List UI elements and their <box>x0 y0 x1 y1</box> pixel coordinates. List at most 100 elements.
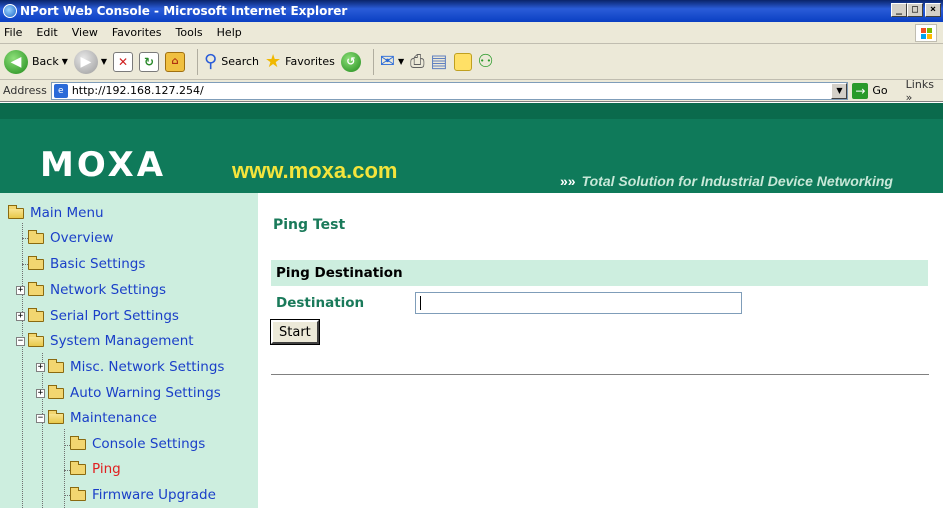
menu-view[interactable]: View <box>72 26 98 39</box>
chevron-down-icon[interactable]: ▼ <box>398 57 404 66</box>
sidebar-item-basic-settings[interactable]: Basic Settings <box>28 252 145 276</box>
chevron-down-icon[interactable]: ▼ <box>101 57 107 66</box>
sidebar-item-firmware-upgrade[interactable]: Firmware Upgrade <box>70 483 216 507</box>
address-url[interactable]: http://192.168.127.254/ <box>72 84 204 97</box>
toolbar-separator <box>197 48 199 75</box>
expand-icon[interactable]: + <box>16 285 25 295</box>
forward-button[interactable]: ▶ ▼ <box>73 49 107 74</box>
address-bar: Address e http://192.168.127.254/ ▼ → Go… <box>0 78 943 104</box>
sidebar-item-serial-port-settings[interactable]: + Serial Port Settings <box>16 304 179 328</box>
tagline-text: Total Solution for Industrial Device Net… <box>581 173 893 189</box>
back-arrow-icon: ◀ <box>4 49 28 74</box>
minimize-button[interactable]: _ <box>891 3 907 17</box>
back-label: Back <box>32 55 59 68</box>
folder-open-icon <box>8 204 24 219</box>
sidebar-item-network-settings[interactable]: + Network Settings <box>16 278 166 302</box>
star-icon: ★ <box>265 50 282 72</box>
menu-file[interactable]: File <box>4 26 22 39</box>
refresh-icon: ↻ <box>139 51 160 72</box>
sidebar-item-label: Ping <box>92 461 121 477</box>
start-button[interactable]: Start <box>271 320 319 344</box>
go-arrow-icon: → <box>852 82 869 99</box>
sidebar-item-label: Misc. Network Settings <box>70 359 225 375</box>
sidebar-menu: Main Menu Overview Basic Settings + Netw… <box>0 193 258 508</box>
folder-icon <box>48 384 64 399</box>
favorites-label: Favorites <box>285 55 335 68</box>
note-icon <box>453 52 472 71</box>
double-chevron-icon: »» <box>560 173 576 189</box>
menu-tools[interactable]: Tools <box>176 26 203 39</box>
folder-open-icon <box>48 409 64 424</box>
sidebar-item-system-management[interactable]: − System Management <box>16 329 194 353</box>
chevron-down-icon[interactable]: ▼ <box>62 57 68 66</box>
home-icon: ⌂ <box>165 51 186 72</box>
sidebar-item-maintenance[interactable]: − Maintenance <box>36 406 157 430</box>
sidebar-item-misc-network-settings[interactable]: + Misc. Network Settings <box>36 355 224 379</box>
sidebar-item-label: Serial Port Settings <box>50 308 179 324</box>
expand-icon[interactable]: + <box>36 388 45 398</box>
links-button[interactable]: Links » <box>906 78 943 104</box>
sidebar-item-label: Network Settings <box>50 282 167 298</box>
messenger-button[interactable]: ⚇ <box>478 52 494 71</box>
search-icon: ⚲ <box>204 50 218 72</box>
favorites-button[interactable]: ★ Favorites <box>265 50 335 72</box>
discuss-button[interactable] <box>453 52 472 71</box>
sidebar-item-console-settings[interactable]: Console Settings <box>70 432 205 456</box>
folder-icon <box>28 229 44 244</box>
expand-icon[interactable]: + <box>16 311 25 321</box>
home-button[interactable]: ⌂ <box>165 51 186 72</box>
folder-icon <box>28 255 44 270</box>
folder-icon <box>28 281 44 296</box>
moxa-banner: MOXA www.moxa.com »» Total Solution for I… <box>0 103 943 193</box>
search-button[interactable]: ⚲ Search <box>204 50 260 72</box>
sidebar-item-label: Maintenance <box>70 410 157 426</box>
folder-icon <box>28 307 44 322</box>
page-icon: e <box>53 83 68 98</box>
sidebar-item-main-menu[interactable]: Main Menu <box>8 201 104 225</box>
history-icon: ↺ <box>340 51 361 72</box>
destination-input[interactable] <box>415 292 742 314</box>
sidebar-item-ping[interactable]: Ping <box>70 457 121 481</box>
folder-icon <box>70 486 86 501</box>
window-title: NPort Web Console - Microsoft Internet E… <box>20 4 348 18</box>
page-title: Ping Test <box>273 217 346 233</box>
section-header: Ping Destination <box>271 260 928 286</box>
window-titlebar: NPort Web Console - Microsoft Internet E… <box>0 0 943 22</box>
browser-toolbar: ◀ Back ▼ ▶ ▼ ✕ ↻ ⌂ ⚲ Search ★ Favorites … <box>0 44 943 80</box>
mail-icon: ✉ <box>379 50 395 72</box>
menu-help[interactable]: Help <box>217 26 242 39</box>
refresh-button[interactable]: ↻ <box>139 51 160 72</box>
print-button[interactable]: ⎙ <box>410 50 425 72</box>
menu-favorites[interactable]: Favorites <box>112 26 162 39</box>
menu-edit[interactable]: Edit <box>36 26 57 39</box>
toolbar-separator <box>372 48 374 75</box>
sidebar-item-auto-warning-settings[interactable]: + Auto Warning Settings <box>36 381 221 405</box>
search-label: Search <box>221 55 260 68</box>
forward-arrow-icon: ▶ <box>73 49 98 74</box>
maximize-button[interactable]: □ <box>907 3 923 17</box>
address-input[interactable]: e http://192.168.127.254/ ▼ <box>50 81 849 100</box>
sidebar-item-label: System Management <box>50 333 194 349</box>
sidebar-item-overview[interactable]: Overview <box>28 226 114 250</box>
mail-button[interactable]: ✉ ▼ <box>379 50 404 72</box>
sidebar-item-label: Overview <box>50 230 114 246</box>
edit-button[interactable]: ▤ <box>431 52 448 71</box>
stop-button[interactable]: ✕ <box>113 51 134 72</box>
window-controls: _ □ × <box>891 3 941 17</box>
moxa-site-link[interactable]: www.moxa.com <box>232 158 397 184</box>
sidebar-item-label: Auto Warning Settings <box>70 385 221 401</box>
expand-icon[interactable]: + <box>36 362 45 372</box>
collapse-icon[interactable]: − <box>16 336 25 346</box>
collapse-icon[interactable]: − <box>36 413 45 423</box>
menu-bar: File Edit View Favorites Tools Help <box>0 22 943 44</box>
chevron-down-icon[interactable]: ▼ <box>831 82 848 99</box>
banner-stripe <box>0 103 943 119</box>
moxa-logo: MOXA <box>40 145 167 185</box>
text-caret <box>420 296 421 310</box>
back-button[interactable]: ◀ Back ▼ <box>4 49 68 74</box>
close-button[interactable]: × <box>925 3 941 17</box>
sidebar-item-label: Main Menu <box>30 205 104 221</box>
history-button[interactable]: ↺ <box>340 51 361 72</box>
printer-icon: ⎙ <box>410 50 425 72</box>
go-button[interactable]: → Go <box>852 82 888 99</box>
